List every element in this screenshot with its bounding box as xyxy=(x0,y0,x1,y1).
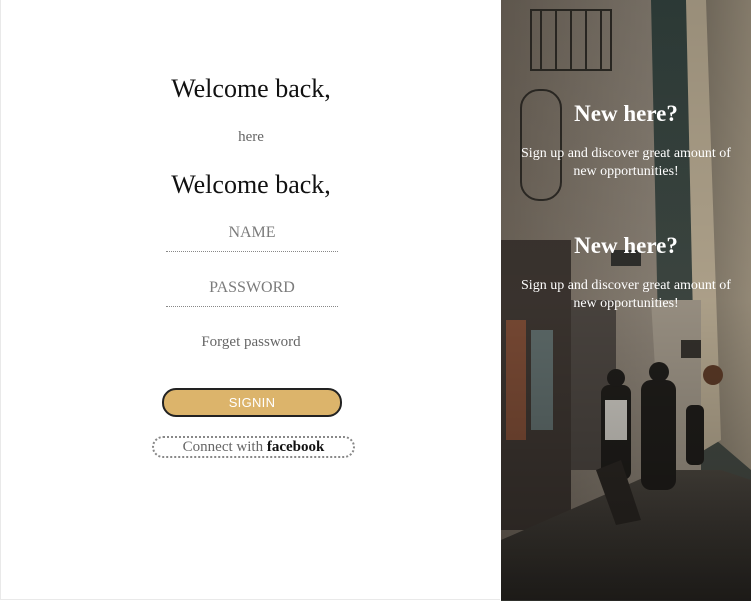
facebook-brand-text: facebook xyxy=(266,438,325,455)
welcome-heading: Welcome back, xyxy=(171,170,331,199)
here-text: here xyxy=(238,129,264,145)
new-here-title-1: New here? xyxy=(574,101,678,126)
facebook-connect-button[interactable]: Connect with facebook xyxy=(152,436,355,458)
name-input[interactable] xyxy=(166,215,338,252)
connect-with-text: Connect with xyxy=(182,438,264,455)
signin-panel: Welcome back, here Welcome back, Forget … xyxy=(0,0,500,600)
signup-text-2: Sign up and discover great amount of new… xyxy=(521,278,731,311)
signin-button[interactable]: SIGNIN xyxy=(162,388,342,417)
new-here-title-2: New here? xyxy=(574,233,678,258)
login-page: Welcome back, here Welcome back, Forget … xyxy=(0,0,751,601)
password-input[interactable] xyxy=(166,270,338,307)
signup-overlay-panel: New here? Sign up and discover great amo… xyxy=(501,0,751,601)
signup-text-1: Sign up and discover great amount of new… xyxy=(521,146,731,179)
forget-password-link[interactable]: Forget password xyxy=(1,334,501,351)
welcome-heading-top: Welcome back, xyxy=(171,74,331,103)
